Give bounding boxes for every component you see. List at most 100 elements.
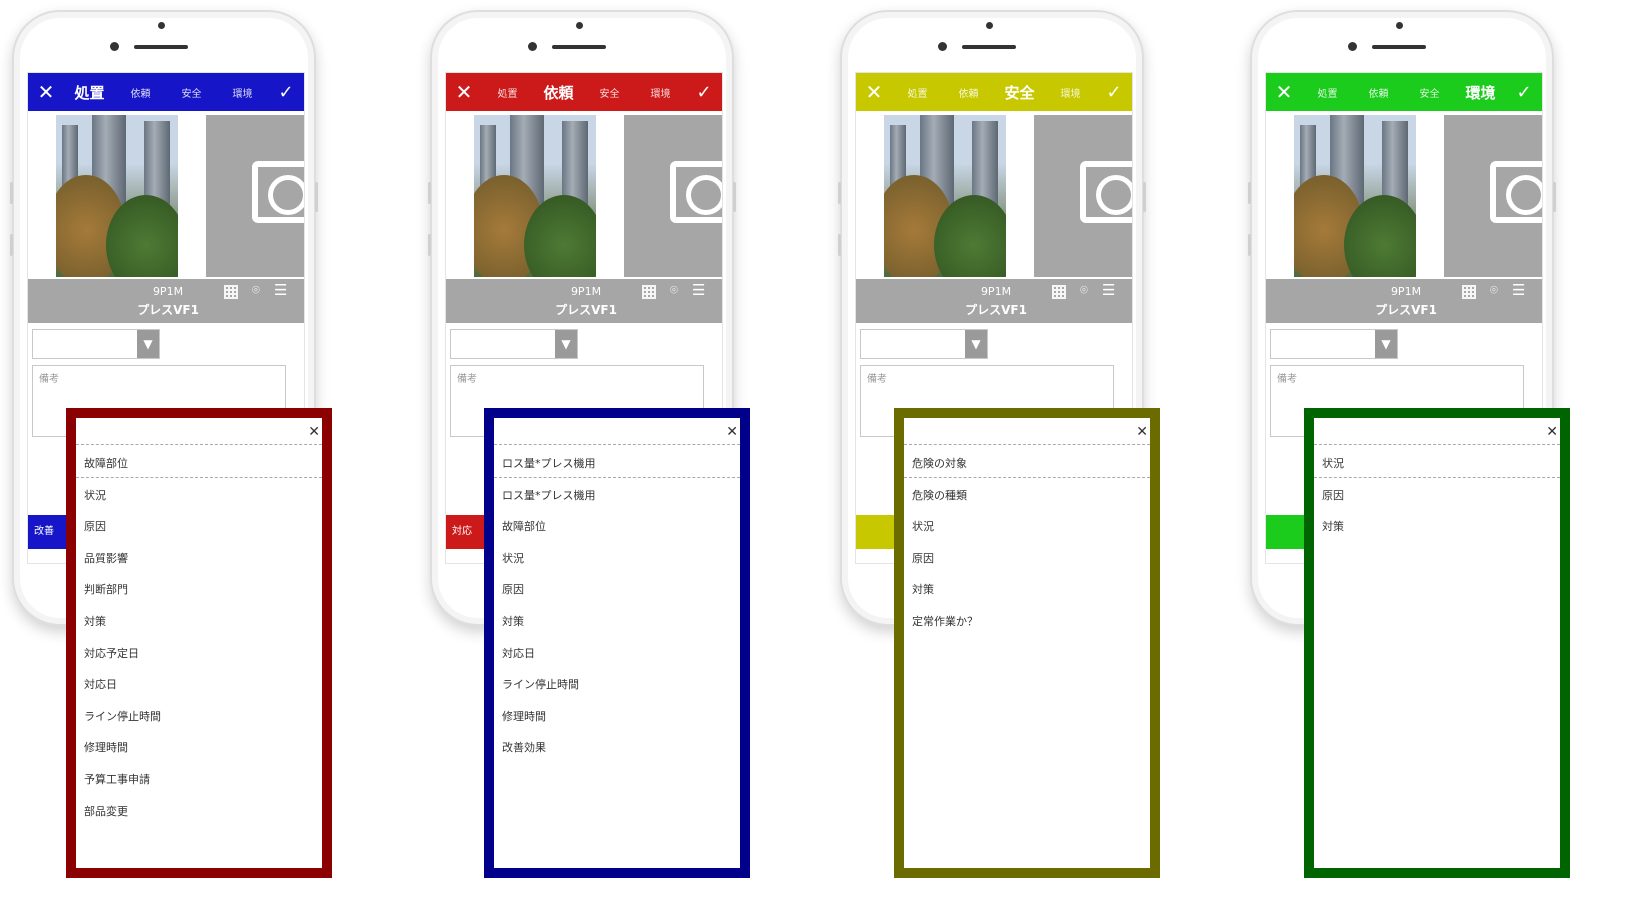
option-item[interactable]: 定常作業か？ [904,606,1150,638]
tab-3[interactable]: 環境 [1455,82,1506,103]
dropdown-overlay: ✕ 危険の対象 危険の種類 状況 原因 対策 定常作業か？ [894,408,1160,878]
close-icon[interactable]: ✕ [1136,424,1148,440]
option-item[interactable]: 修理時間 [494,701,740,733]
option-item[interactable]: 部品変更 [76,796,322,828]
location-pin-icon[interactable]: ⌾ [670,283,678,298]
option-item[interactable]: 修理時間 [76,732,322,764]
machine-info-bar: 9P1M プレスVF1 ⌾ ☰ [446,279,722,323]
option-item[interactable]: ロス量*プレス機用 [494,480,740,512]
tab-2[interactable]: 安全 [1404,85,1455,100]
tab-1[interactable]: 依頼 [115,85,166,100]
tab-0[interactable]: 処置 [64,82,115,103]
option-item[interactable]: 対策 [494,606,740,638]
close-icon[interactable]: ✕ [28,80,64,104]
close-icon[interactable]: ✕ [856,80,892,104]
category-select[interactable]: ▼ [450,329,578,359]
notes-placeholder: 備考 [867,374,887,385]
notes-placeholder: 備考 [39,374,59,385]
building-photo[interactable] [56,115,178,277]
location-pin-icon[interactable]: ⌾ [252,283,260,298]
option-item[interactable]: ライン停止時間 [494,669,740,701]
option-item[interactable]: 品質影響 [76,543,322,575]
tab-2[interactable]: 安全 [584,85,635,100]
option-item[interactable]: 状況 [904,511,1150,543]
option-item[interactable]: 危険の種類 [904,480,1150,512]
checkmark-icon[interactable]: ✓ [686,82,722,103]
category-select[interactable]: ▼ [1270,329,1398,359]
chevron-down-icon[interactable]: ▼ [1375,330,1397,358]
option-item[interactable]: ライン停止時間 [76,701,322,733]
proximity-sensor [158,22,165,29]
option-item[interactable]: 対応予定日 [76,638,322,670]
close-icon[interactable]: ✕ [1266,80,1302,104]
option-item[interactable]: 対策 [76,606,322,638]
tab-3[interactable]: 環境 [217,85,268,100]
option-item[interactable]: 故障部位 [494,511,740,543]
tab-1[interactable]: 依頼 [533,82,584,103]
list-icon[interactable]: ☰ [274,281,287,299]
camera-lens [1506,175,1542,215]
option-item[interactable]: 状況 [1314,448,1560,480]
tab-0[interactable]: 処置 [1302,85,1353,100]
option-item[interactable]: 危険の対象 [904,448,1150,480]
option-item[interactable]: 予算工事申請 [76,764,322,796]
category-select[interactable]: ▼ [860,329,988,359]
tab-0[interactable]: 処置 [482,85,533,100]
option-item[interactable]: 対策 [904,574,1150,606]
option-item[interactable]: 原因 [494,574,740,606]
add-photo-button[interactable] [1444,115,1542,277]
tab-2[interactable]: 安全 [994,82,1045,103]
tab-3[interactable]: 環境 [1045,85,1096,100]
power-button [733,182,736,212]
building-photo[interactable] [884,115,1006,277]
add-photo-button[interactable] [1034,115,1132,277]
option-item[interactable]: 状況 [494,543,740,575]
chevron-down-icon[interactable]: ▼ [137,330,159,358]
list-icon[interactable]: ☰ [692,281,705,299]
option-item[interactable]: 原因 [904,543,1150,575]
dropdown-overlay: ✕ ロス量*プレス機用 ロス量*プレス機用 故障部位 状況 原因 対策 対応日 ライン停止時間修… [484,408,750,878]
tab-3[interactable]: 環境 [635,85,686,100]
list-icon[interactable]: ☰ [1102,281,1115,299]
chevron-down-icon[interactable]: ▼ [965,330,987,358]
building-photo[interactable] [474,115,596,277]
option-item[interactable]: 状況 [76,480,322,512]
list-icon[interactable]: ☰ [1512,281,1525,299]
checkmark-icon[interactable]: ✓ [268,82,304,103]
option-item[interactable]: 判断部門 [76,574,322,606]
machine-code: 9P1M [152,285,184,298]
location-pin-icon[interactable]: ⌾ [1490,283,1498,298]
earpiece-speaker [962,45,1016,49]
location-pin-icon[interactable]: ⌾ [1080,283,1088,298]
category-select[interactable]: ▼ [32,329,160,359]
option-item[interactable]: 原因 [1314,480,1560,512]
option-item[interactable]: 対策 [1314,511,1560,543]
close-icon[interactable]: ✕ [726,424,738,440]
add-photo-button[interactable] [206,115,304,277]
tab-1[interactable]: 依頼 [943,85,994,100]
close-icon[interactable]: ✕ [308,424,320,440]
option-item[interactable]: 改善効果 [494,732,740,764]
qr-code-icon[interactable] [1052,285,1066,299]
add-photo-button[interactable] [624,115,722,277]
dropdown-overlay: ✕ 故障部位 状況 原因 品質影響 判断部門 対策 対応予定日 対応日 ライン停止時間 修理時間 予算… [66,408,332,878]
qr-code-icon[interactable] [642,285,656,299]
checkmark-icon[interactable]: ✓ [1096,82,1132,103]
option-item[interactable]: 原因 [76,511,322,543]
tab-0[interactable]: 処置 [892,85,943,100]
option-list: 故障部位 状況 原因 品質影響 判断部門 対策 対応予定日 対応日 ライン停止時間 修理時間 予算工… [76,448,322,827]
qr-code-icon[interactable] [1462,285,1476,299]
close-icon[interactable]: ✕ [446,80,482,104]
tab-2[interactable]: 安全 [166,85,217,100]
option-item[interactable]: 対応日 [494,638,740,670]
tab-1[interactable]: 依頼 [1353,85,1404,100]
option-item[interactable]: ロス量*プレス機用 [494,448,740,480]
qr-code-icon[interactable] [224,285,238,299]
option-item[interactable]: 故障部位 [76,448,322,480]
checkmark-icon[interactable]: ✓ [1506,82,1542,103]
option-item[interactable]: 対応日 [76,669,322,701]
building-photo[interactable] [1294,115,1416,277]
close-icon[interactable]: ✕ [1546,424,1558,440]
chevron-down-icon[interactable]: ▼ [555,330,577,358]
top-bar: ✕ 処置 依頼 安全 環境 ✓ [446,73,722,111]
